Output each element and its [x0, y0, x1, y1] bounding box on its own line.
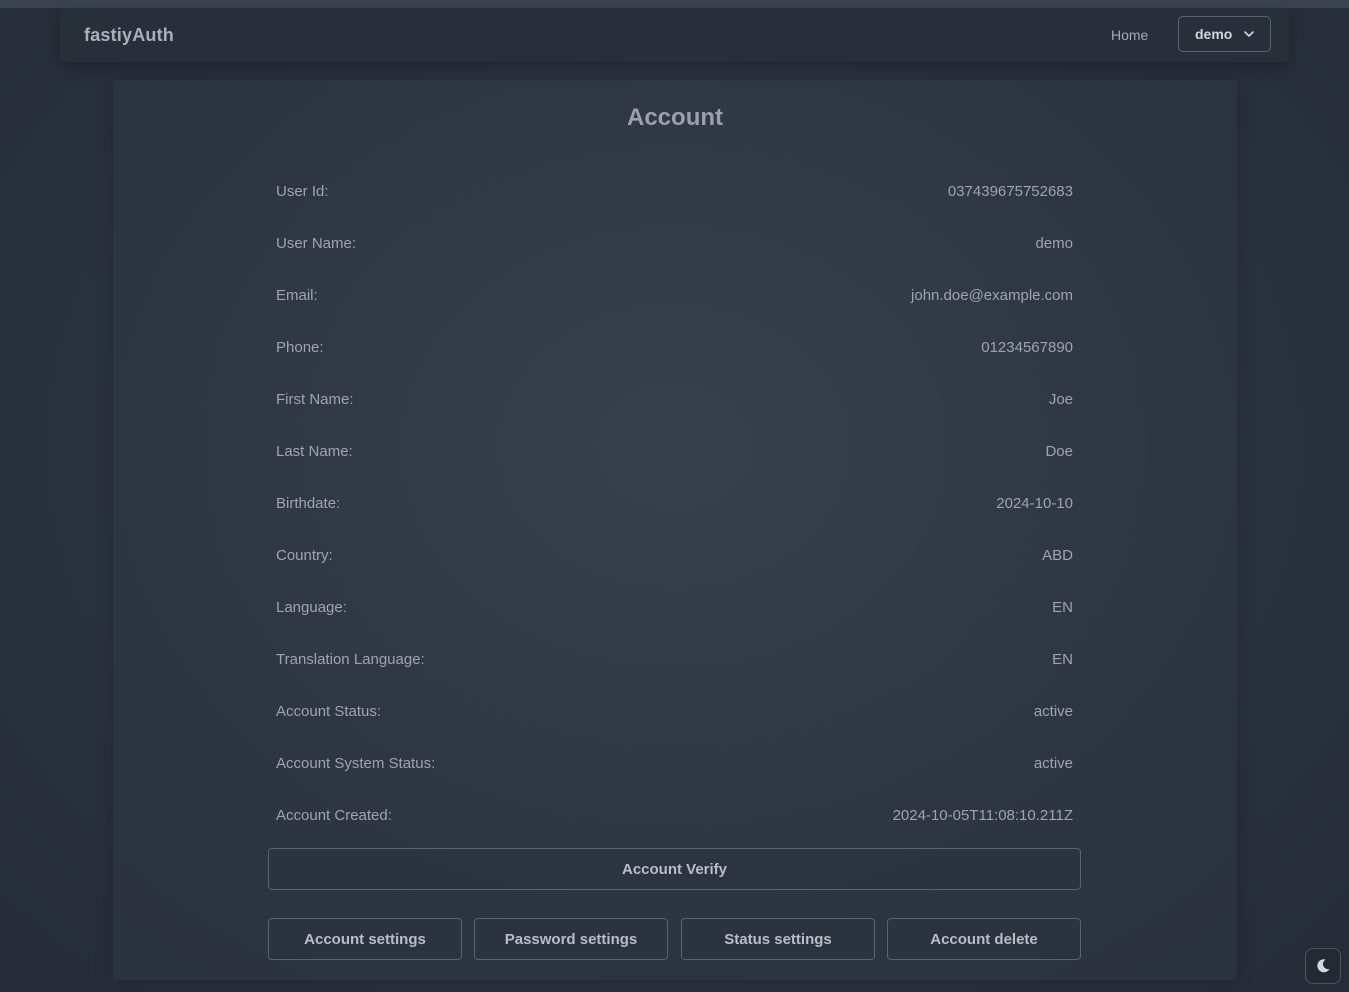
detail-row-translation-language: Translation Language: EN: [276, 634, 1073, 686]
detail-value: active: [1033, 755, 1073, 772]
user-menu-label: demo: [1195, 26, 1233, 42]
brand-logo[interactable]: fastiyAuth: [84, 25, 174, 46]
account-card: Account User Id: 037439675752683 User Na…: [113, 80, 1237, 980]
detail-value: Joe: [1048, 391, 1073, 408]
detail-label: Last Name:: [276, 443, 353, 460]
detail-row-phone: Phone: 01234567890: [276, 322, 1073, 374]
detail-value: EN: [1052, 651, 1073, 668]
detail-row-account-created: Account Created: 2024-10-05T11:08:10.211…: [276, 790, 1073, 842]
detail-row-user-id: User Id: 037439675752683: [276, 166, 1073, 218]
detail-label: Language:: [276, 599, 347, 616]
detail-value: 2024-10-10: [996, 495, 1073, 512]
detail-label: User Name:: [276, 235, 357, 252]
detail-label: Country:: [276, 547, 333, 564]
chevron-down-icon: [1244, 31, 1254, 37]
detail-label: Translation Language:: [276, 651, 425, 668]
detail-value: john.doe@example.com: [911, 287, 1073, 304]
account-settings-button[interactable]: Account settings: [268, 918, 462, 960]
detail-label: Account System Status:: [276, 755, 436, 772]
detail-value: ABD: [1042, 547, 1073, 564]
account-verify-button[interactable]: Account Verify: [268, 848, 1081, 890]
account-delete-button[interactable]: Account delete: [887, 918, 1081, 960]
status-settings-button[interactable]: Status settings: [681, 918, 875, 960]
nav-home-link[interactable]: Home: [1111, 27, 1148, 43]
detail-value: EN: [1052, 599, 1073, 616]
detail-label: User Id:: [276, 183, 329, 200]
detail-label: Account Status:: [276, 703, 382, 720]
detail-row-first-name: First Name: Joe: [276, 374, 1073, 426]
page-title: Account: [627, 104, 723, 131]
detail-row-user-name: User Name: demo: [276, 218, 1073, 270]
detail-row-account-system-status: Account System Status: active: [276, 738, 1073, 790]
detail-label: Email:: [276, 287, 318, 304]
detail-row-birthdate: Birthdate: 2024-10-10: [276, 478, 1073, 530]
detail-row-email: Email: john.doe@example.com: [276, 270, 1073, 322]
password-settings-button[interactable]: Password settings: [474, 918, 668, 960]
detail-row-country: Country: ABD: [276, 530, 1073, 582]
detail-label: First Name:: [276, 391, 354, 408]
detail-value: active: [1033, 703, 1073, 720]
theme-toggle-button[interactable]: [1305, 948, 1341, 984]
detail-label: Phone:: [276, 339, 324, 356]
detail-label: Account Created:: [276, 807, 392, 824]
detail-label: Birthdate:: [276, 495, 341, 512]
moon-icon: [1317, 959, 1330, 973]
detail-value: 01234567890: [981, 339, 1073, 356]
detail-row-account-status: Account Status: active: [276, 686, 1073, 738]
top-strip: [0, 0, 1349, 8]
detail-row-last-name: Last Name: Doe: [276, 426, 1073, 478]
detail-value: 037439675752683: [947, 183, 1073, 200]
navbar: fastiyAuth Home demo: [60, 8, 1289, 62]
detail-value: 2024-10-05T11:08:10.211Z: [892, 807, 1073, 824]
detail-value: Doe: [1045, 443, 1073, 460]
account-details-list: User Id: 037439675752683 User Name: demo…: [276, 166, 1073, 842]
detail-value: demo: [1035, 235, 1073, 252]
detail-row-language: Language: EN: [276, 582, 1073, 634]
user-menu-button[interactable]: demo: [1178, 16, 1271, 52]
